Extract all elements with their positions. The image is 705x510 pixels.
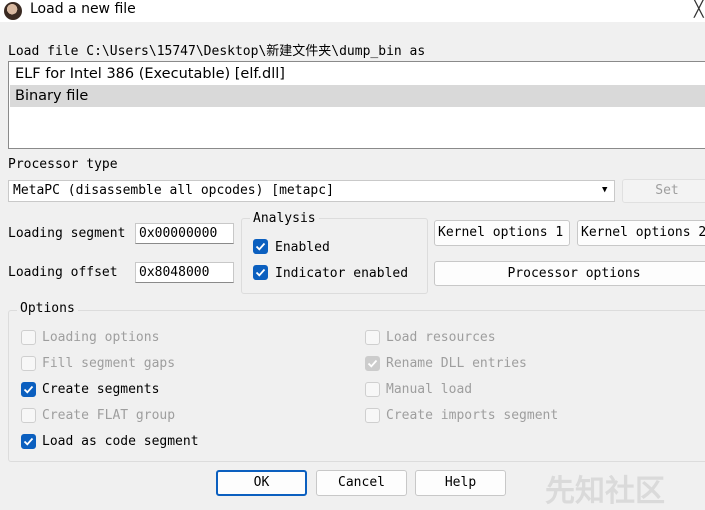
close-icon[interactable]: ╳ — [694, 0, 704, 18]
processor-select-value: MetaPC (disassemble all opcodes) [metapc… — [13, 183, 334, 198]
loading-offset-input[interactable]: 0x8048000 — [135, 262, 234, 283]
create-segments-checkbox[interactable] — [21, 382, 36, 397]
indicator-enabled-label: Indicator enabled — [275, 266, 409, 281]
rename-dll-entries-checkbox[interactable] — [365, 356, 380, 371]
kernel-options-2-button[interactable]: Kernel options 2 — [577, 220, 705, 246]
watermark: 先知社区 — [545, 474, 665, 509]
processor-type-label: Processor type — [8, 157, 118, 172]
loading-options-label: Loading options — [42, 330, 160, 345]
analysis-enabled-label: Enabled — [275, 240, 330, 255]
analysis-group-title: Analysis — [250, 211, 319, 226]
chevron-down-icon[interactable]: ▼ — [602, 185, 607, 195]
loading-segment-label: Loading segment — [8, 226, 126, 241]
indicator-enabled-checkbox[interactable] — [253, 265, 268, 280]
loading-offset-label: Loading offset — [8, 265, 118, 280]
window-title: Load a new file — [30, 1, 136, 17]
load-as-code-segment-checkbox[interactable] — [21, 434, 36, 449]
kernel-options-1-button[interactable]: Kernel options 1 — [434, 220, 570, 246]
load-as-code-segment-label: Load as code segment — [42, 434, 199, 449]
analysis-enabled-checkbox[interactable] — [253, 239, 268, 254]
load-resources-checkbox[interactable] — [365, 330, 380, 345]
cancel-button[interactable]: Cancel — [316, 470, 407, 496]
manual-load-checkbox[interactable] — [365, 382, 380, 397]
fill-segment-gaps-label: Fill segment gaps — [42, 356, 176, 371]
loading-options-checkbox[interactable] — [21, 330, 36, 345]
create-flat-group-checkbox[interactable] — [21, 408, 36, 423]
analysis-group — [241, 218, 428, 294]
list-item-elf[interactable]: ELF for Intel 386 (Executable) [elf.dll] — [10, 63, 705, 85]
app-icon — [4, 2, 22, 20]
loading-segment-input[interactable]: 0x00000000 — [135, 223, 234, 244]
list-item-binary[interactable]: Binary file — [10, 85, 705, 107]
help-button[interactable]: Help — [415, 470, 506, 496]
manual-load-label: Manual load — [386, 382, 473, 397]
load-file-label: Load file C:\Users\15747\Desktop\新建文件夹\d… — [8, 44, 426, 59]
processor-select[interactable]: MetaPC (disassemble all opcodes) [metapc… — [8, 180, 615, 202]
fill-segment-gaps-checkbox[interactable] — [21, 356, 36, 371]
processor-options-button[interactable]: Processor options — [434, 261, 705, 286]
ok-button[interactable]: OK — [216, 470, 307, 496]
options-group-title: Options — [17, 301, 78, 316]
set-button[interactable]: Set — [622, 179, 705, 203]
create-segments-label: Create segments — [42, 382, 160, 397]
file-type-list[interactable]: ELF for Intel 386 (Executable) [elf.dll]… — [8, 61, 705, 149]
create-imports-segment-checkbox[interactable] — [365, 408, 380, 423]
rename-dll-entries-label: Rename DLL entries — [386, 356, 527, 371]
create-flat-group-label: Create FLAT group — [42, 408, 176, 423]
load-resources-label: Load resources — [386, 330, 496, 345]
create-imports-segment-label: Create imports segment — [386, 408, 559, 423]
